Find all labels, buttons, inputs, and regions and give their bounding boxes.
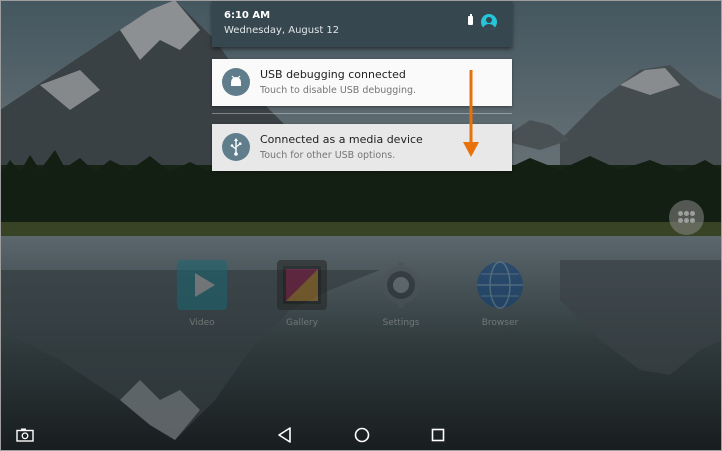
navigation-bar bbox=[0, 418, 722, 451]
back-triangle-icon bbox=[278, 427, 291, 443]
notification-shade-header[interactable]: 6:10 AM Wednesday, August 12 bbox=[212, 0, 512, 47]
screenshot-icon[interactable] bbox=[16, 427, 34, 442]
notification-subtitle: Touch for other USB options. bbox=[260, 150, 396, 161]
home-button[interactable] bbox=[353, 426, 371, 444]
android-bug-icon bbox=[222, 68, 250, 96]
notification-subtitle: Touch to disable USB debugging. bbox=[260, 85, 417, 96]
swipe-down-arrow-icon bbox=[463, 70, 479, 158]
home-circle-icon bbox=[354, 427, 370, 443]
notification-title: USB debugging connected bbox=[260, 68, 406, 81]
back-button[interactable] bbox=[276, 426, 294, 444]
clock: 6:10 AM bbox=[224, 10, 271, 21]
user-avatar-icon[interactable] bbox=[481, 14, 497, 30]
usb-icon bbox=[222, 133, 250, 161]
notification-title: Connected as a media device bbox=[260, 133, 423, 146]
battery-icon bbox=[468, 14, 473, 25]
recents-square-icon bbox=[431, 428, 445, 442]
date: Wednesday, August 12 bbox=[224, 25, 340, 36]
recents-button[interactable] bbox=[429, 426, 447, 444]
